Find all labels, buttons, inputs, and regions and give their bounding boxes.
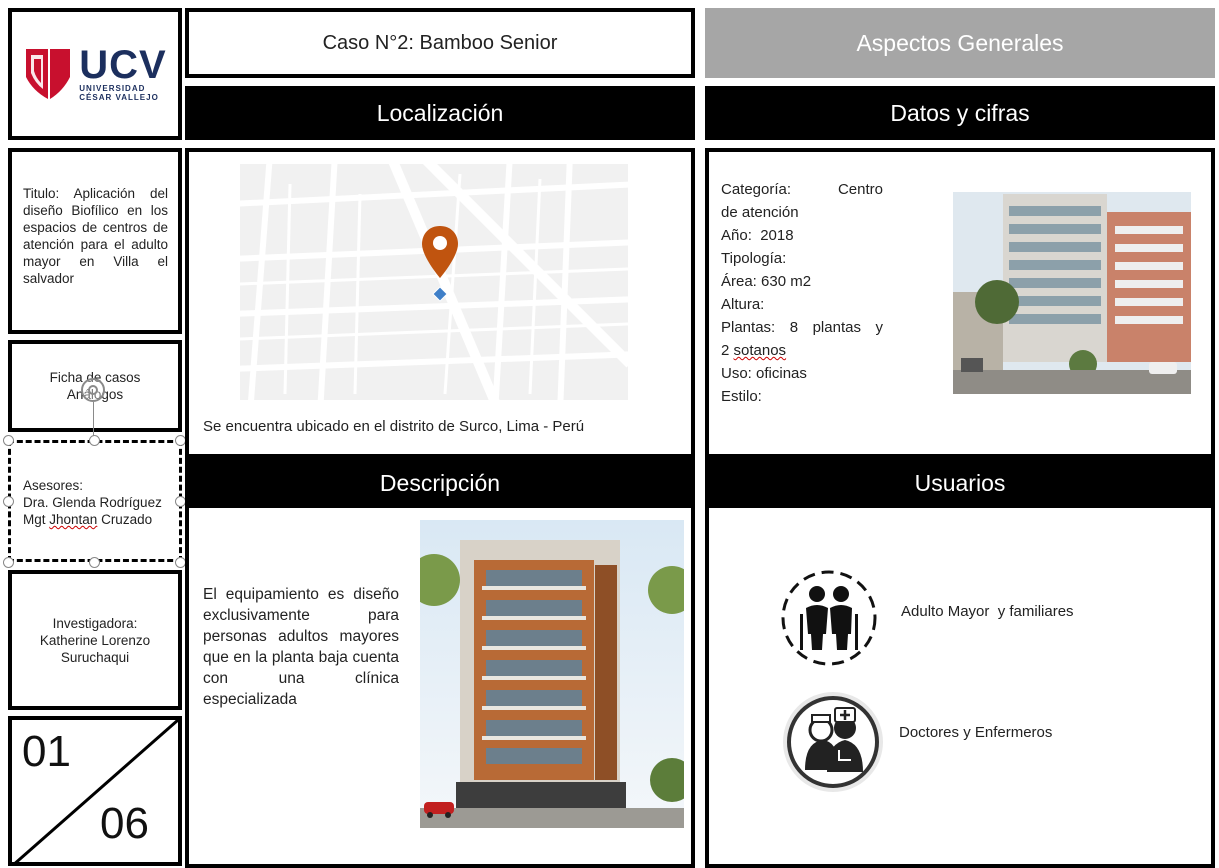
- ucv-logo: UCV UNIVERSIDAD CÉSAR VALLEJO: [23, 45, 166, 103]
- advisor-2: Mgt Jhontan Cruzado: [23, 512, 153, 527]
- users-panel: Adulto Mayor y familiares Doctores y Enf…: [705, 508, 1215, 868]
- location-heading: Localización: [376, 99, 504, 126]
- street-view-photo: [953, 192, 1191, 394]
- user-label-elderly: Adulto Mayor y familiares: [901, 602, 1074, 620]
- data-panel: Categoría: Centro de atención Año: 2018 …: [705, 148, 1215, 458]
- resize-handle-tm[interactable]: [89, 435, 100, 446]
- data-heading: Datos y cifras: [890, 99, 1030, 126]
- user-item-elderly: Adulto Mayor y familiares: [779, 568, 1074, 668]
- logo-box: UCV UNIVERSIDAD CÉSAR VALLEJO: [8, 8, 182, 140]
- description-heading: Descripción: [379, 469, 501, 496]
- logo-acronym: UCV: [79, 43, 167, 87]
- location-panel: Se encuentra ubicado en el distrito de S…: [185, 148, 695, 458]
- resize-handle-tl[interactable]: [3, 435, 14, 446]
- data-header: Datos y cifras: [705, 86, 1215, 140]
- page-current: 01: [22, 727, 71, 776]
- researcher-box: Investigadora: Katherine Lorenzo Surucha…: [8, 570, 182, 710]
- user-label-medical: Doctores y Enfermeros: [899, 723, 1053, 741]
- data-item-typology: Tipología:: [721, 250, 787, 267]
- researcher-label: Investigadora:: [52, 615, 138, 631]
- description-header: Descripción: [185, 456, 695, 510]
- location-pin-icon: [422, 226, 458, 278]
- rotate-handle[interactable]: [81, 378, 105, 402]
- ucv-shield-icon: [26, 49, 71, 99]
- data-list: Categoría: Centro de atención Año: 2018 …: [721, 178, 883, 408]
- general-heading: Aspectos Generales: [856, 29, 1064, 56]
- doctor-nurse-icon: [783, 692, 883, 792]
- advisor-1: Dra. Glenda Rodríguez: [23, 495, 162, 510]
- resize-handle-bm[interactable]: [89, 557, 100, 568]
- case-title: Caso N°2: Bamboo Senior: [322, 31, 558, 54]
- thesis-title: Titulo: Aplicación del diseño Biofílico …: [23, 186, 168, 286]
- title-box: Titulo: Aplicación del diseño Biofílico …: [8, 148, 182, 334]
- building-render-image: [420, 520, 684, 828]
- advisors-box[interactable]: Asesores: Dra. Glenda Rodríguez Mgt Jhon…: [8, 440, 182, 562]
- data-item-floors-cont: 2 sotanos: [721, 342, 787, 359]
- logo-line2: CÉSAR VALLEJO: [79, 93, 159, 102]
- data-item-category-cont: de atención: [721, 204, 799, 221]
- users-header: Usuarios: [705, 456, 1215, 510]
- data-item-area: Área: 630 m2: [721, 273, 812, 290]
- page-total: 06: [100, 799, 149, 848]
- data-item-style: Estilo:: [721, 388, 762, 405]
- description-text: El equipamiento es diseño exclusivamente…: [203, 586, 399, 708]
- data-item-floors: Plantas: 8 plantas y: [721, 319, 883, 336]
- location-text: Se encuentra ubicado en el distrito de S…: [203, 418, 585, 435]
- case-title-box: Caso N°2: Bamboo Senior: [185, 8, 695, 78]
- user-item-medical: Doctores y Enfermeros: [781, 690, 1052, 794]
- data-item-category: Categoría: Centro: [721, 181, 883, 198]
- location-header: Localización: [185, 86, 695, 140]
- data-item-year: Año: 2018: [721, 227, 794, 244]
- resize-handle-bl[interactable]: [3, 557, 14, 568]
- location-marker-icon: [432, 286, 448, 302]
- general-header: Aspectos Generales: [705, 8, 1215, 78]
- logo-line1: UNIVERSIDAD: [79, 84, 146, 93]
- researcher-name: Katherine Lorenzo Suruchaqui: [39, 632, 151, 665]
- data-item-height: Altura:: [721, 296, 765, 313]
- description-panel: El equipamiento es diseño exclusivamente…: [185, 508, 695, 868]
- advisors-label: Asesores:: [23, 478, 84, 493]
- resize-handle-ml[interactable]: [3, 496, 14, 507]
- data-item-use: Uso: oficinas: [721, 365, 807, 382]
- elderly-couple-icon: [781, 570, 877, 666]
- page-number-box: 01 06: [8, 716, 182, 866]
- users-heading: Usuarios: [914, 469, 1006, 496]
- location-map: [240, 164, 628, 400]
